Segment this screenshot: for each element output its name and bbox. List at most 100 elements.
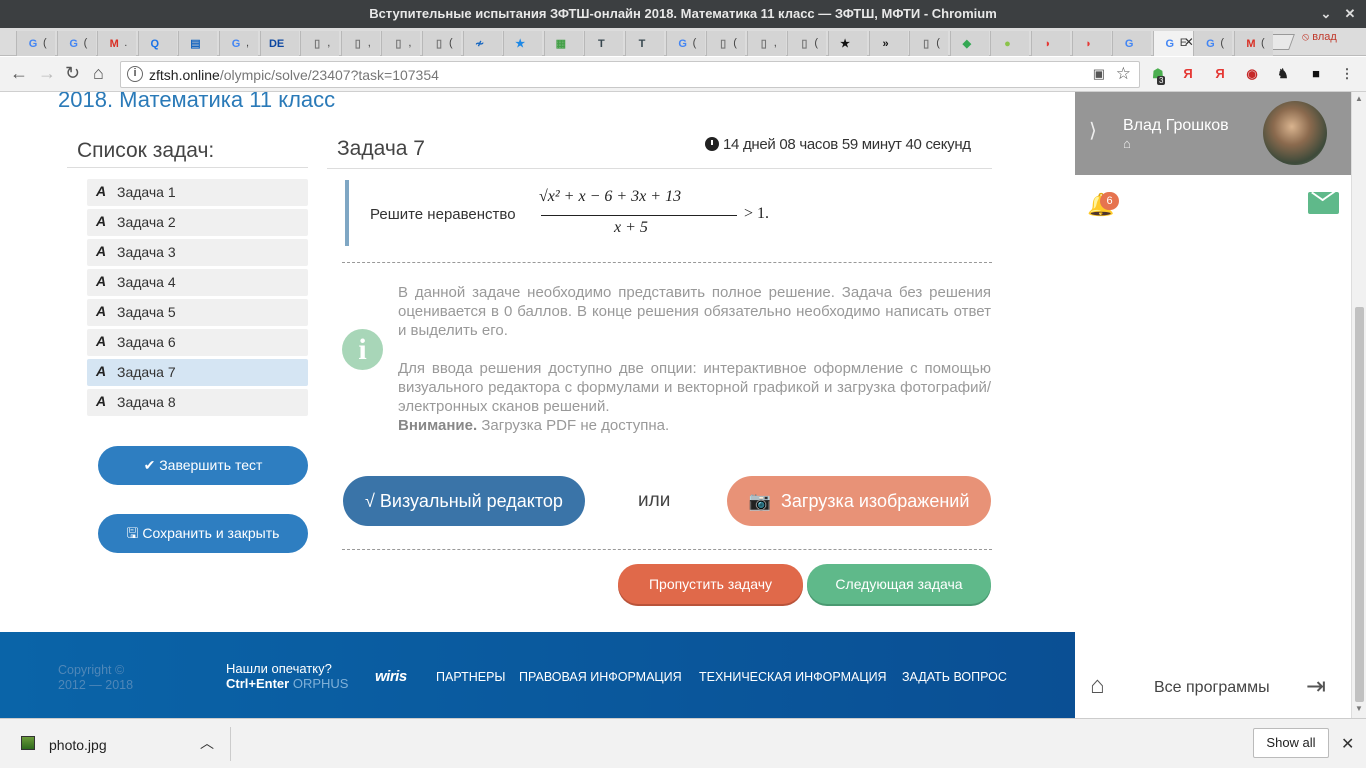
chevron-up-icon[interactable]: ︿ <box>200 733 214 753</box>
task-label: Задача 6 <box>117 334 176 350</box>
browser-tab[interactable]: DE <box>259 31 299 56</box>
site-info-icon[interactable]: i <box>127 66 143 82</box>
typo-report: Нашли опечатку? Ctrl+Enter ORPHUS <box>226 661 349 691</box>
browser-tab[interactable]: G, <box>219 31 258 56</box>
tab-title: , <box>408 37 412 49</box>
task-item[interactable]: A Задача 2 <box>87 209 308 236</box>
browser-tab[interactable]: ◗ <box>1031 31 1070 56</box>
browser-tab[interactable]: ▯, <box>300 31 340 56</box>
footer-link-partners[interactable]: ПАРТНЕРЫ <box>436 670 506 684</box>
tab-title: ( <box>692 37 697 49</box>
tab-title: , <box>246 37 250 49</box>
browser-tab[interactable]: M. <box>97 31 137 56</box>
browser-tab[interactable]: G E ✕ <box>1152 31 1197 56</box>
back-icon[interactable]: ← <box>10 63 28 84</box>
footer-link-tech[interactable]: ТЕХНИЧЕСКАЯ ИНФОРМАЦИЯ <box>699 670 887 684</box>
visual-editor-button[interactable]: √ Визуальный редактор <box>343 476 585 526</box>
browser-tab[interactable]: T <box>584 31 624 56</box>
browser-tab[interactable]: ◆ <box>949 31 989 56</box>
translate-icon[interactable]: ▣ <box>1093 66 1105 82</box>
extension-icon[interactable]: ⋮ <box>1338 65 1356 83</box>
reload-icon[interactable]: ↻ <box>65 63 80 84</box>
task-item[interactable]: A Задача 8 <box>87 389 308 416</box>
forward-icon[interactable]: → <box>38 63 56 84</box>
task-item[interactable]: A Задача 3 <box>87 239 308 266</box>
address-bar[interactable]: i zftsh.online/olympic/solve/23407?task=… <box>120 61 1140 88</box>
browser-tab[interactable]: ★ <box>828 31 867 56</box>
browser-tab[interactable]: ● <box>990 31 1030 56</box>
browser-tab[interactable]: ★ <box>503 31 543 56</box>
finish-test-button[interactable]: ✔ Завершить тест <box>98 446 308 485</box>
skip-task-button[interactable]: Пропустить задачу <box>618 564 803 604</box>
page-title: 2018. Математика 11 класс <box>58 92 336 112</box>
scroll-up-icon[interactable]: ▲ <box>1355 94 1363 103</box>
copyright: Copyright © 2012 — 2018 <box>58 663 134 692</box>
info-paragraph-1: В данной задаче необходимо представить п… <box>398 284 991 339</box>
chevron-right-icon[interactable]: ⟩ <box>1089 118 1097 143</box>
task-item[interactable]: A Задача 5 <box>87 299 308 326</box>
task-item[interactable]: A Задача 6 <box>87 329 308 356</box>
home-icon[interactable]: ⌂ <box>93 63 104 84</box>
footer-link-legal[interactable]: ПРАВОВАЯ ИНФОРМАЦИЯ <box>519 670 682 684</box>
browser-tab[interactable]: M( <box>1234 31 1273 56</box>
bookmark-star-icon[interactable]: ☆ <box>1116 64 1131 84</box>
show-all-button[interactable]: Show all <box>1253 728 1329 758</box>
task-item[interactable]: A Задача 1 <box>87 179 308 206</box>
save-close-button[interactable]: 🖫 Сохранить и закрыть <box>98 514 308 553</box>
browser-tab[interactable]: G( <box>16 31 55 56</box>
home-icon[interactable]: ⌂ <box>1090 672 1105 700</box>
divider <box>230 727 231 761</box>
home-icon[interactable]: ⌂ <box>1123 136 1131 151</box>
browser-tab[interactable]: ▤ <box>178 31 218 56</box>
browser-tab[interactable]: ▯( <box>706 31 746 56</box>
browser-tab[interactable]: ▯( <box>787 31 827 56</box>
footer-link-ask[interactable]: ЗАДАТЬ ВОПРОС <box>902 670 1007 684</box>
font-icon: A <box>96 243 107 259</box>
extension-icon[interactable]: ◉ <box>1243 65 1261 83</box>
tab-title: , <box>773 37 777 49</box>
browser-tab[interactable]: T <box>625 31 664 56</box>
task-item[interactable]: A Задача 4 <box>87 269 308 296</box>
browser-tab[interactable]: Q <box>137 31 177 56</box>
browser-tab[interactable]: ▯( <box>909 31 949 56</box>
tab-favicon-icon: DE <box>268 38 285 50</box>
upload-images-button[interactable]: 📷 Загрузка изображений <box>727 476 991 526</box>
scrollbar[interactable]: ▲ ▼ <box>1351 92 1366 718</box>
font-icon: A <box>96 393 107 409</box>
tab-favicon-icon: M <box>109 38 119 50</box>
extension-icon[interactable]: ♞ <box>1274 65 1292 83</box>
next-task-button[interactable]: Следующая задача <box>807 564 991 604</box>
task-item[interactable]: A Задача 7 <box>87 359 308 386</box>
browser-tab[interactable]: G( <box>56 31 96 56</box>
browser-tab[interactable]: ≁ <box>462 31 502 56</box>
browser-tab[interactable]: G( <box>1193 31 1233 56</box>
scroll-down-icon[interactable]: ▼ <box>1355 704 1363 713</box>
tab-favicon-icon: ▯ <box>354 38 361 50</box>
extension-icon[interactable]: Я <box>1179 65 1197 83</box>
scrollbar-thumb[interactable] <box>1355 307 1364 702</box>
minimize-icon[interactable]: ⌄ <box>1314 0 1338 28</box>
check-circle-icon: ✔ <box>143 457 156 473</box>
browser-tab[interactable]: G( <box>665 31 705 56</box>
browser-tab[interactable]: » <box>868 31 908 56</box>
logout-icon[interactable]: ⇥ <box>1306 672 1326 701</box>
close-window-icon[interactable]: ✕ <box>1338 0 1362 28</box>
browser-tab[interactable]: ▯, <box>381 31 421 56</box>
avatar[interactable] <box>1263 101 1327 165</box>
download-filename[interactable]: photo.jpg <box>49 737 107 753</box>
extension-icon[interactable]: ■ <box>1307 65 1325 83</box>
close-tab-icon[interactable]: ✕ <box>1184 35 1194 49</box>
browser-tab[interactable]: ▯, <box>746 31 786 56</box>
mail-icon[interactable] <box>1308 192 1339 214</box>
browser-tab[interactable]: G <box>1112 31 1152 56</box>
browser-tab[interactable]: ▦ <box>543 31 583 56</box>
close-icon[interactable]: ✕ <box>1341 734 1354 754</box>
wiris-logo[interactable]: wiris <box>375 668 407 685</box>
browser-tab[interactable]: ▯( <box>422 31 461 56</box>
all-programs-link[interactable]: Все программы <box>1154 679 1270 697</box>
tab-favicon-icon: ▯ <box>801 38 808 50</box>
profile-button[interactable]: ⦸ влад <box>1302 31 1337 44</box>
browser-tab[interactable]: ▯, <box>340 31 380 56</box>
browser-tab[interactable]: ◗ <box>1071 31 1111 56</box>
extension-icon[interactable]: Я <box>1211 65 1229 83</box>
